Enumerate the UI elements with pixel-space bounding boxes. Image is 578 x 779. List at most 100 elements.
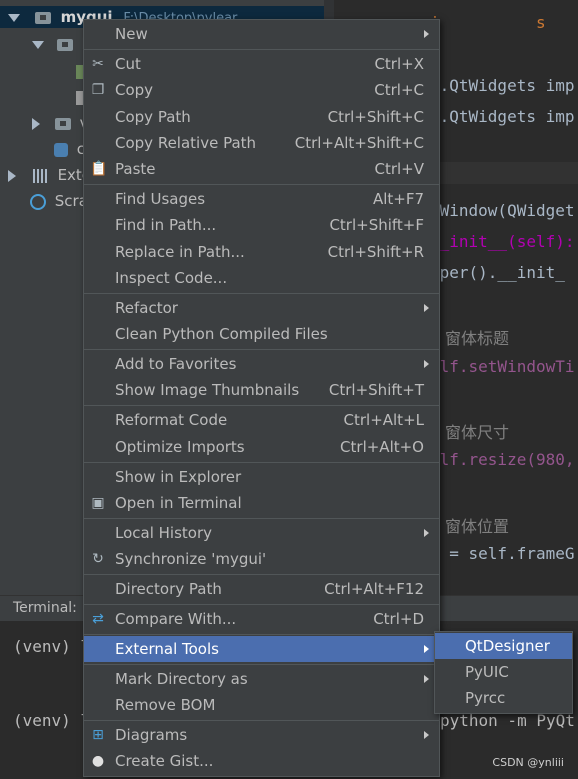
menu-item-label: Remove BOM <box>115 696 216 714</box>
external-tools-submenu: QtDesigner PyUIC Pyrcc <box>434 631 573 714</box>
menu-item-compare-with[interactable]: ⇄ Compare With... Ctrl+D <box>84 606 439 632</box>
chevron-right-icon[interactable] <box>32 117 40 130</box>
menu-item-shortcut: Ctrl+X <box>374 55 424 73</box>
menu-separator <box>84 574 439 575</box>
folder-icon <box>54 117 71 130</box>
menu-item-label: Inspect Code... <box>115 269 228 287</box>
menu-item-shortcut: Ctrl+Alt+Shift+C <box>294 134 424 152</box>
menu-item-show-in-explorer[interactable]: Show in Explorer <box>84 464 439 490</box>
terminal-line-2: (venv) l <box>13 711 91 730</box>
code-line-2: 5.QtWidgets imp <box>430 76 575 95</box>
submenu-item-pyrcc[interactable]: Pyrcc <box>435 685 572 711</box>
menu-item-synchronize[interactable]: ↻ Synchronize 'mygui' <box>84 546 439 572</box>
code-line-5: __init__(self): <box>430 232 575 251</box>
menu-item-copy[interactable]: ❐ Copy Ctrl+C <box>84 77 439 103</box>
menu-item-label: Show Image Thumbnails <box>115 381 300 399</box>
menu-separator <box>84 184 439 185</box>
menu-item-shortcut: Ctrl+Shift+R <box>327 243 424 261</box>
menu-item-copy-relative-path[interactable]: Copy Relative Path Ctrl+Alt+Shift+C <box>84 130 439 156</box>
menu-item-remove-bom[interactable]: Remove BOM <box>84 692 439 718</box>
menu-item-open-in-terminal[interactable]: ▣ Open in Terminal <box>84 490 439 516</box>
submenu-item-label: Pyrcc <box>465 689 506 707</box>
menu-separator <box>84 49 439 50</box>
code-line-10: elf.resize(980, <box>430 450 575 469</box>
chevron-right-icon <box>424 360 429 368</box>
chevron-right-icon <box>424 529 429 537</box>
code-text: r = self.frameG <box>430 544 575 563</box>
code-line-11: 窗体位置 <box>445 513 509 537</box>
menu-item-label: Add to Favorites <box>115 355 237 373</box>
menu-item-label: Optimize Imports <box>115 438 245 456</box>
menu-item-label: Replace in Path... <box>115 243 245 261</box>
compare-icon: ⇄ <box>92 611 104 627</box>
menu-item-label: Create Gist... <box>115 752 214 770</box>
menu-item-mark-directory-as[interactable]: Mark Directory as <box>84 666 439 692</box>
menu-item-refactor[interactable]: Refactor <box>84 295 439 321</box>
tree-item-c[interactable]: c <box>54 138 85 160</box>
menu-item-inspect-code[interactable]: Inspect Code... <box>84 265 439 291</box>
menu-item-label: Refactor <box>115 299 178 317</box>
tree-item-external[interactable]: Exte <box>8 164 91 186</box>
menu-item-copy-path[interactable]: Copy Path Ctrl+Shift+C <box>84 104 439 130</box>
code-text: 5.QtWidgets imp <box>430 76 575 95</box>
chevron-right-icon <box>424 30 429 38</box>
tree-item-scratches[interactable]: Scra <box>30 190 88 212</box>
menu-item-label: Local History <box>115 524 213 542</box>
menu-item-shortcut: Alt+F7 <box>372 190 424 208</box>
menu-item-new[interactable]: New <box>84 21 439 47</box>
menu-item-label: New <box>115 25 148 43</box>
menu-item-label: Mark Directory as <box>115 670 248 688</box>
chevron-right-icon <box>424 731 429 739</box>
menu-item-reformat-code[interactable]: Reformat Code Ctrl+Alt+L <box>84 407 439 433</box>
menu-separator <box>84 293 439 294</box>
menu-item-find-in-path[interactable]: Find in Path... Ctrl+Shift+F <box>84 212 439 238</box>
menu-item-add-to-favorites[interactable]: Add to Favorites <box>84 351 439 377</box>
menu-separator <box>84 634 439 635</box>
menu-item-label: Synchronize 'mygui' <box>115 550 267 568</box>
menu-item-label: Paste <box>115 160 156 178</box>
menu-separator <box>84 405 439 406</box>
code-text: elf.resize(980, <box>430 450 575 469</box>
menu-item-clean-python[interactable]: Clean Python Compiled Files <box>84 321 439 347</box>
paste-icon: 📋 <box>90 161 108 177</box>
watermark: CSDN @ynliii <box>492 756 564 769</box>
chevron-right-icon[interactable] <box>8 169 16 182</box>
code-line-4: nWindow(QWidget <box>430 201 575 220</box>
menu-item-replace-in-path[interactable]: Replace in Path... Ctrl+Shift+R <box>84 239 439 265</box>
menu-item-label: Cut <box>115 55 141 73</box>
menu-item-cut[interactable]: ✂ Cut Ctrl+X <box>84 51 439 77</box>
folder-icon <box>56 38 73 51</box>
tree-item-v[interactable]: v <box>32 112 88 134</box>
code-text: i s <box>430 13 546 32</box>
menu-item-directory-path[interactable]: Directory Path Ctrl+Alt+F12 <box>84 576 439 602</box>
submenu-item-label: PyUIC <box>465 663 509 681</box>
chevron-down-icon[interactable] <box>32 40 44 49</box>
code-line-1: i s <box>430 13 546 32</box>
menu-item-optimize-imports[interactable]: Optimize Imports Ctrl+Alt+O <box>84 434 439 460</box>
menu-item-label: Find Usages <box>115 190 206 208</box>
menu-item-show-thumbnails[interactable]: Show Image Thumbnails Ctrl+Shift+T <box>84 377 439 403</box>
menu-item-label: Copy <box>115 81 154 99</box>
menu-item-diagrams[interactable]: ⊞ Diagrams <box>84 722 439 748</box>
submenu-item-pyuic[interactable]: PyUIC <box>435 659 572 685</box>
menu-item-shortcut: Ctrl+Shift+F <box>329 216 424 234</box>
menu-item-shortcut: Ctrl+Shift+T <box>328 381 424 399</box>
menu-item-local-history[interactable]: Local History <box>84 520 439 546</box>
menu-item-shortcut: Ctrl+Alt+L <box>343 411 425 429</box>
menu-item-paste[interactable]: 📋 Paste Ctrl+V <box>84 156 439 182</box>
code-comment: 窗体尺寸 <box>445 423 510 442</box>
chevron-right-icon <box>424 675 429 683</box>
menu-item-create-gist[interactable]: ● Create Gist... <box>84 748 439 774</box>
menu-item-label: Copy Path <box>115 108 191 126</box>
chevron-down-icon[interactable] <box>8 13 20 22</box>
menu-item-external-tools[interactable]: External Tools <box>84 636 439 662</box>
menu-separator <box>84 518 439 519</box>
code-line-3: 5.QtWidgets imp <box>430 107 575 126</box>
code-text: __init__(self): <box>430 232 575 251</box>
menu-separator <box>84 664 439 665</box>
code-text: uper().__init_ <box>430 263 565 282</box>
code-text: elf.setWindowTi <box>430 357 575 376</box>
submenu-item-qtdesigner[interactable]: QtDesigner <box>435 633 572 659</box>
menu-item-find-usages[interactable]: Find Usages Alt+F7 <box>84 186 439 212</box>
terminal-title: Terminal: <box>13 600 77 616</box>
